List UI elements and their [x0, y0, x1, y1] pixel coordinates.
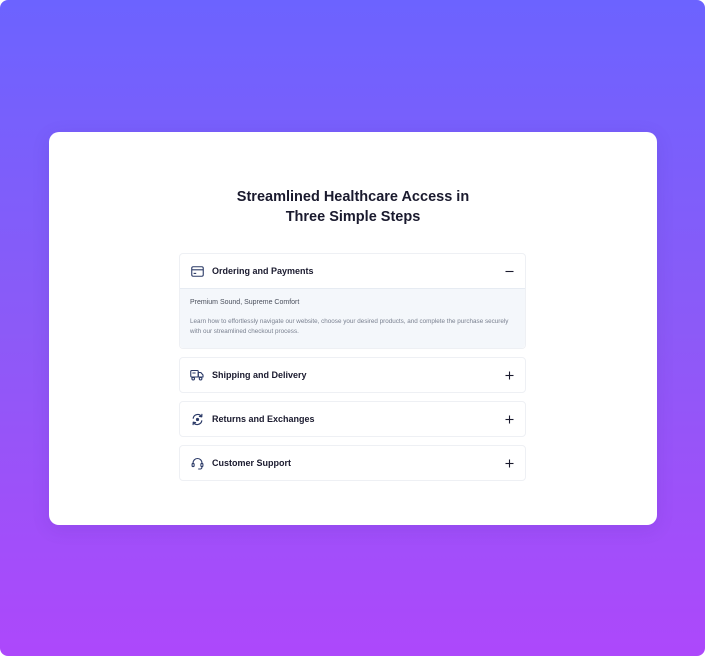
faq-header-customer-support[interactable]: Customer Support: [180, 446, 525, 480]
faq-label-customer-support: Customer Support: [212, 458, 292, 468]
faq-panel-ordering-and-payments: Premium Sound, Supreme Comfort Learn how…: [180, 288, 525, 348]
refresh-icon: [190, 412, 204, 426]
faq-panel-subtitle: Premium Sound, Supreme Comfort: [190, 299, 300, 306]
truck-icon: [190, 368, 204, 382]
faq-header-shipping-and-delivery[interactable]: Shipping and Delivery: [180, 358, 525, 392]
plus-icon[interactable]: [503, 457, 515, 469]
faq-header-returns-and-exchanges[interactable]: Returns and Exchanges: [180, 402, 525, 436]
faq-card: Streamlined Healthcare Access in Three S…: [49, 132, 657, 525]
section-title-line-2: Three Simple Steps: [285, 209, 421, 225]
faq-item-shipping-and-delivery: Shipping and Delivery: [179, 357, 526, 393]
headset-icon: [190, 456, 204, 470]
faq-label-ordering-and-payments: Ordering and Payments: [212, 266, 314, 276]
section-title: Streamlined Healthcare Access in Three S…: [49, 187, 657, 227]
faq-header-ordering-and-payments[interactable]: Ordering and Payments: [180, 254, 525, 288]
minus-icon[interactable]: [503, 265, 515, 277]
gradient-background: Streamlined Healthcare Access in Three S…: [0, 0, 705, 656]
section-title-line-1: Streamlined Healthcare Access in: [236, 189, 470, 205]
plus-icon[interactable]: [503, 369, 515, 381]
faq-item-customer-support: Customer Support: [179, 445, 526, 481]
faq-item-returns-and-exchanges: Returns and Exchanges: [179, 401, 526, 437]
faq-accordion: Ordering and Payments Premium Sound, Sup…: [179, 253, 526, 489]
credit-card-icon: [190, 264, 204, 278]
faq-item-ordering-and-payments: Ordering and Payments Premium Sound, Sup…: [179, 253, 526, 349]
faq-label-shipping-and-delivery: Shipping and Delivery: [212, 370, 307, 380]
plus-icon[interactable]: [503, 413, 515, 425]
faq-panel-body: Learn how to effortlessly navigate our w…: [190, 318, 509, 335]
faq-label-returns-and-exchanges: Returns and Exchanges: [212, 414, 315, 424]
